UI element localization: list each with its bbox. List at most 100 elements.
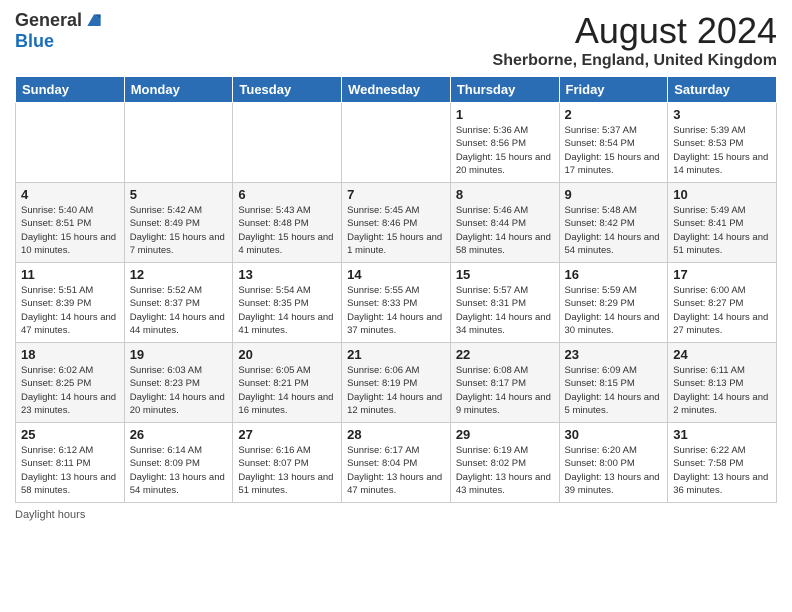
cell-day-number: 23 — [565, 347, 663, 362]
calendar-cell: 7 Sunrise: 5:45 AMSunset: 8:46 PMDaylight… — [342, 183, 451, 263]
cell-sun-info: Sunrise: 5:48 AMSunset: 8:42 PMDaylight:… — [565, 204, 663, 257]
cell-day-number: 7 — [347, 187, 445, 202]
cell-sun-info: Sunrise: 5:54 AMSunset: 8:35 PMDaylight:… — [238, 284, 336, 337]
header-tuesday: Tuesday — [233, 77, 342, 103]
daylight-hours-label: Daylight hours — [15, 509, 85, 521]
cell-day-number: 13 — [238, 267, 336, 282]
calendar-cell: 3Sunrise: 5:39 AMSunset: 8:53 PMDaylight… — [668, 103, 777, 183]
calendar-cell: 13 Sunrise: 5:54 AMSunset: 8:35 PMDayligh… — [233, 263, 342, 343]
cell-sun-info: Sunrise: 5:45 AMSunset: 8:46 PMDaylight:… — [347, 204, 445, 257]
cell-sun-info: Sunrise: 6:06 AMSunset: 8:19 PMDaylight:… — [347, 364, 445, 417]
cell-sun-info: Sunrise: 6:20 AMSunset: 8:00 PMDaylight:… — [565, 444, 663, 497]
cell-day-number: 12 — [130, 267, 228, 282]
cell-day-number: 20 — [238, 347, 336, 362]
cell-day-number: 28 — [347, 427, 445, 442]
cell-sun-info: Sunrise: 6:12 AMSunset: 8:11 PMDaylight:… — [21, 444, 119, 497]
logo-general-text: General — [15, 10, 82, 31]
cell-sun-info: Sunrise: 6:00 AMSunset: 8:27 PMDaylight:… — [673, 284, 771, 337]
cell-day-number: 1 — [456, 107, 554, 122]
calendar-cell: 20 Sunrise: 6:05 AMSunset: 8:21 PMDayligh… — [233, 343, 342, 423]
calendar-cell — [233, 103, 342, 183]
cell-day-number: 3 — [673, 107, 771, 122]
calendar-cell: 12 Sunrise: 5:52 AMSunset: 8:37 PMDayligh… — [124, 263, 233, 343]
cell-sun-info: Sunrise: 5:55 AMSunset: 8:33 PMDaylight:… — [347, 284, 445, 337]
cell-sun-info: Sunrise: 5:51 AMSunset: 8:39 PMDaylight:… — [21, 284, 119, 337]
calendar-cell: 6 Sunrise: 5:43 AMSunset: 8:48 PMDaylight… — [233, 183, 342, 263]
calendar-cell: 21 Sunrise: 6:06 AMSunset: 8:19 PMDayligh… — [342, 343, 451, 423]
cell-day-number: 10 — [673, 187, 771, 202]
cell-sun-info: Sunrise: 6:19 AMSunset: 8:02 PMDaylight:… — [456, 444, 554, 497]
calendar-cell — [342, 103, 451, 183]
calendar-cell: 25Sunrise: 6:12 AMSunset: 8:11 PMDayligh… — [16, 423, 125, 503]
calendar-cell: 24Sunrise: 6:11 AMSunset: 8:13 PMDayligh… — [668, 343, 777, 423]
cell-day-number: 11 — [21, 267, 119, 282]
calendar-cell: 4Sunrise: 5:40 AMSunset: 8:51 PMDaylight… — [16, 183, 125, 263]
cell-day-number: 29 — [456, 427, 554, 442]
cell-day-number: 24 — [673, 347, 771, 362]
cell-sun-info: Sunrise: 5:46 AMSunset: 8:44 PMDaylight:… — [456, 204, 554, 257]
cell-day-number: 16 — [565, 267, 663, 282]
cell-sun-info: Sunrise: 6:08 AMSunset: 8:17 PMDaylight:… — [456, 364, 554, 417]
cell-day-number: 6 — [238, 187, 336, 202]
footer: Daylight hours — [15, 509, 777, 521]
cell-day-number: 15 — [456, 267, 554, 282]
calendar-cell: 31 Sunrise: 6:22 AMSunset: 7:58 PMDayligh… — [668, 423, 777, 503]
cell-sun-info: Sunrise: 6:17 AMSunset: 8:04 PMDaylight:… — [347, 444, 445, 497]
cell-day-number: 22 — [456, 347, 554, 362]
cell-sun-info: Sunrise: 5:57 AMSunset: 8:31 PMDaylight:… — [456, 284, 554, 337]
cell-day-number: 31 — [673, 427, 771, 442]
cell-sun-info: Sunrise: 6:05 AMSunset: 8:21 PMDaylight:… — [238, 364, 336, 417]
calendar-cell: 19Sunrise: 6:03 AMSunset: 8:23 PMDayligh… — [124, 343, 233, 423]
header-thursday: Thursday — [450, 77, 559, 103]
header: General Blue August 2024 Sherborne, Engl… — [15, 10, 777, 70]
cell-day-number: 17 — [673, 267, 771, 282]
calendar-cell: 11 Sunrise: 5:51 AMSunset: 8:39 PMDayligh… — [16, 263, 125, 343]
cell-day-number: 5 — [130, 187, 228, 202]
cell-sun-info: Sunrise: 6:16 AMSunset: 8:07 PMDaylight:… — [238, 444, 336, 497]
cell-sun-info: Sunrise: 5:43 AMSunset: 8:48 PMDaylight:… — [238, 204, 336, 257]
cell-sun-info: Sunrise: 5:59 AMSunset: 8:29 PMDaylight:… — [565, 284, 663, 337]
calendar-cell: 17 Sunrise: 6:00 AMSunset: 8:27 PMDayligh… — [668, 263, 777, 343]
header-sunday: Sunday — [16, 77, 125, 103]
calendar-week-row: 1 Sunrise: 5:36 AMSunset: 8:56 PMDaylight… — [16, 103, 777, 183]
calendar-cell: 15 Sunrise: 5:57 AMSunset: 8:31 PMDayligh… — [450, 263, 559, 343]
cell-day-number: 8 — [456, 187, 554, 202]
header-wednesday: Wednesday — [342, 77, 451, 103]
calendar-cell: 8 Sunrise: 5:46 AMSunset: 8:44 PMDaylight… — [450, 183, 559, 263]
calendar-cell — [16, 103, 125, 183]
calendar-cell — [124, 103, 233, 183]
cell-day-number: 18 — [21, 347, 119, 362]
cell-day-number: 30 — [565, 427, 663, 442]
location: Sherborne, England, United Kingdom — [493, 52, 777, 70]
cell-sun-info: Sunrise: 6:02 AMSunset: 8:25 PMDaylight:… — [21, 364, 119, 417]
calendar-cell: 23 Sunrise: 6:09 AMSunset: 8:15 PMDayligh… — [559, 343, 668, 423]
logo-blue-text: Blue — [15, 31, 54, 52]
cell-day-number: 2 — [565, 107, 663, 122]
cell-day-number: 26 — [130, 427, 228, 442]
cell-day-number: 14 — [347, 267, 445, 282]
calendar-cell: 27Sunrise: 6:16 AMSunset: 8:07 PMDayligh… — [233, 423, 342, 503]
header-friday: Friday — [559, 77, 668, 103]
logo: General Blue — [15, 10, 104, 52]
cell-sun-info: Sunrise: 6:14 AMSunset: 8:09 PMDaylight:… — [130, 444, 228, 497]
cell-sun-info: Sunrise: 6:22 AMSunset: 7:58 PMDaylight:… — [673, 444, 771, 497]
calendar-week-row: 11 Sunrise: 5:51 AMSunset: 8:39 PMDayligh… — [16, 263, 777, 343]
cell-sun-info: Sunrise: 5:42 AMSunset: 8:49 PMDaylight:… — [130, 204, 228, 257]
calendar-cell: 9Sunrise: 5:48 AMSunset: 8:42 PMDaylight… — [559, 183, 668, 263]
weekday-header-row: Sunday Monday Tuesday Wednesday Thursday… — [16, 77, 777, 103]
header-saturday: Saturday — [668, 77, 777, 103]
cell-day-number: 4 — [21, 187, 119, 202]
cell-sun-info: Sunrise: 5:52 AMSunset: 8:37 PMDaylight:… — [130, 284, 228, 337]
cell-sun-info: Sunrise: 5:36 AMSunset: 8:56 PMDaylight:… — [456, 124, 554, 177]
calendar-cell: 14 Sunrise: 5:55 AMSunset: 8:33 PMDayligh… — [342, 263, 451, 343]
calendar-week-row: 25Sunrise: 6:12 AMSunset: 8:11 PMDayligh… — [16, 423, 777, 503]
cell-sun-info: Sunrise: 6:09 AMSunset: 8:15 PMDaylight:… — [565, 364, 663, 417]
calendar-cell: 5 Sunrise: 5:42 AMSunset: 8:49 PMDaylight… — [124, 183, 233, 263]
cell-sun-info: Sunrise: 6:03 AMSunset: 8:23 PMDaylight:… — [130, 364, 228, 417]
cell-day-number: 21 — [347, 347, 445, 362]
calendar-cell: 28 Sunrise: 6:17 AMSunset: 8:04 PMDayligh… — [342, 423, 451, 503]
calendar-week-row: 18 Sunrise: 6:02 AMSunset: 8:25 PMDayligh… — [16, 343, 777, 423]
calendar-cell: 29 Sunrise: 6:19 AMSunset: 8:02 PMDayligh… — [450, 423, 559, 503]
calendar-cell: 18 Sunrise: 6:02 AMSunset: 8:25 PMDayligh… — [16, 343, 125, 423]
calendar-cell: 2Sunrise: 5:37 AMSunset: 8:54 PMDaylight… — [559, 103, 668, 183]
